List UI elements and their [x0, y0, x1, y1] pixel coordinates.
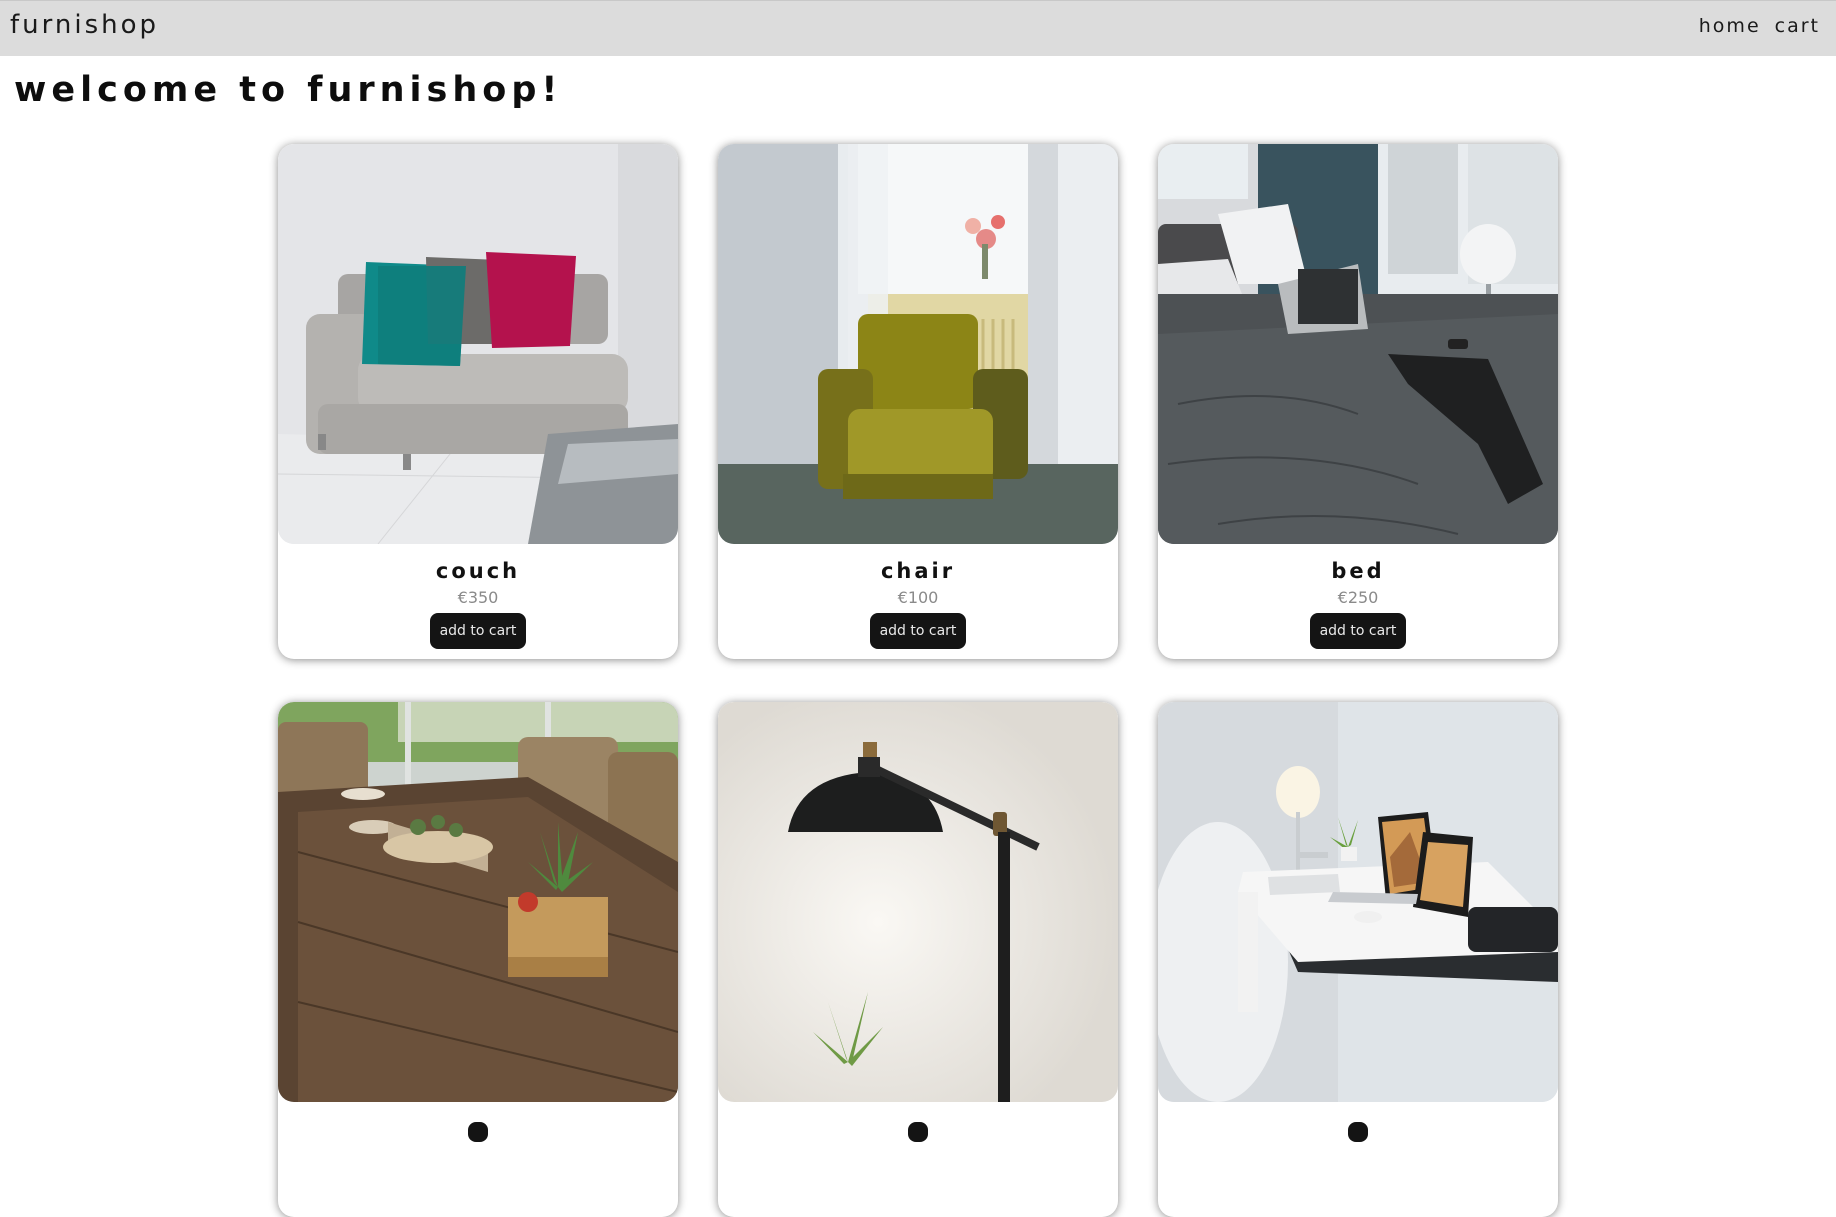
product-name: bed: [1331, 559, 1385, 583]
product-card: [278, 702, 678, 1217]
nav-link-cart[interactable]: cart: [1775, 15, 1820, 37]
product-image: [1158, 702, 1558, 1102]
add-to-cart-button[interactable]: [1348, 1122, 1368, 1142]
add-to-cart-button[interactable]: add to cart: [1309, 613, 1407, 649]
product-card: [718, 702, 1118, 1217]
page-title: welcome to furnishop!: [14, 70, 563, 110]
product-price: €100: [897, 588, 939, 607]
add-to-cart-button[interactable]: add to cart: [869, 613, 967, 649]
product-price: €250: [1337, 588, 1379, 607]
product-image-bed: [1158, 144, 1558, 544]
add-to-cart-button[interactable]: add to cart: [429, 613, 527, 649]
brand-logo[interactable]: furnishop: [10, 10, 159, 40]
nav-link-home[interactable]: home: [1699, 15, 1761, 37]
add-to-cart-button[interactable]: [468, 1122, 488, 1142]
product-card: [1158, 702, 1558, 1217]
product-card-chair: chair €100 add to cart: [718, 144, 1118, 659]
add-to-cart-button[interactable]: [908, 1122, 928, 1142]
product-image: [278, 702, 678, 1102]
product-image-couch: [278, 144, 678, 544]
product-card-couch: couch €350 add to cart: [278, 144, 678, 659]
product-name: chair: [880, 559, 956, 583]
product-price: €350: [457, 588, 499, 607]
nav-links: home cart: [1699, 15, 1820, 37]
product-name: couch: [435, 559, 521, 583]
product-image-chair: [718, 144, 1118, 544]
product-card-bed: bed €250 add to cart: [1158, 144, 1558, 659]
navbar: furnishop home cart: [0, 0, 1836, 56]
product-image: [718, 702, 1118, 1102]
